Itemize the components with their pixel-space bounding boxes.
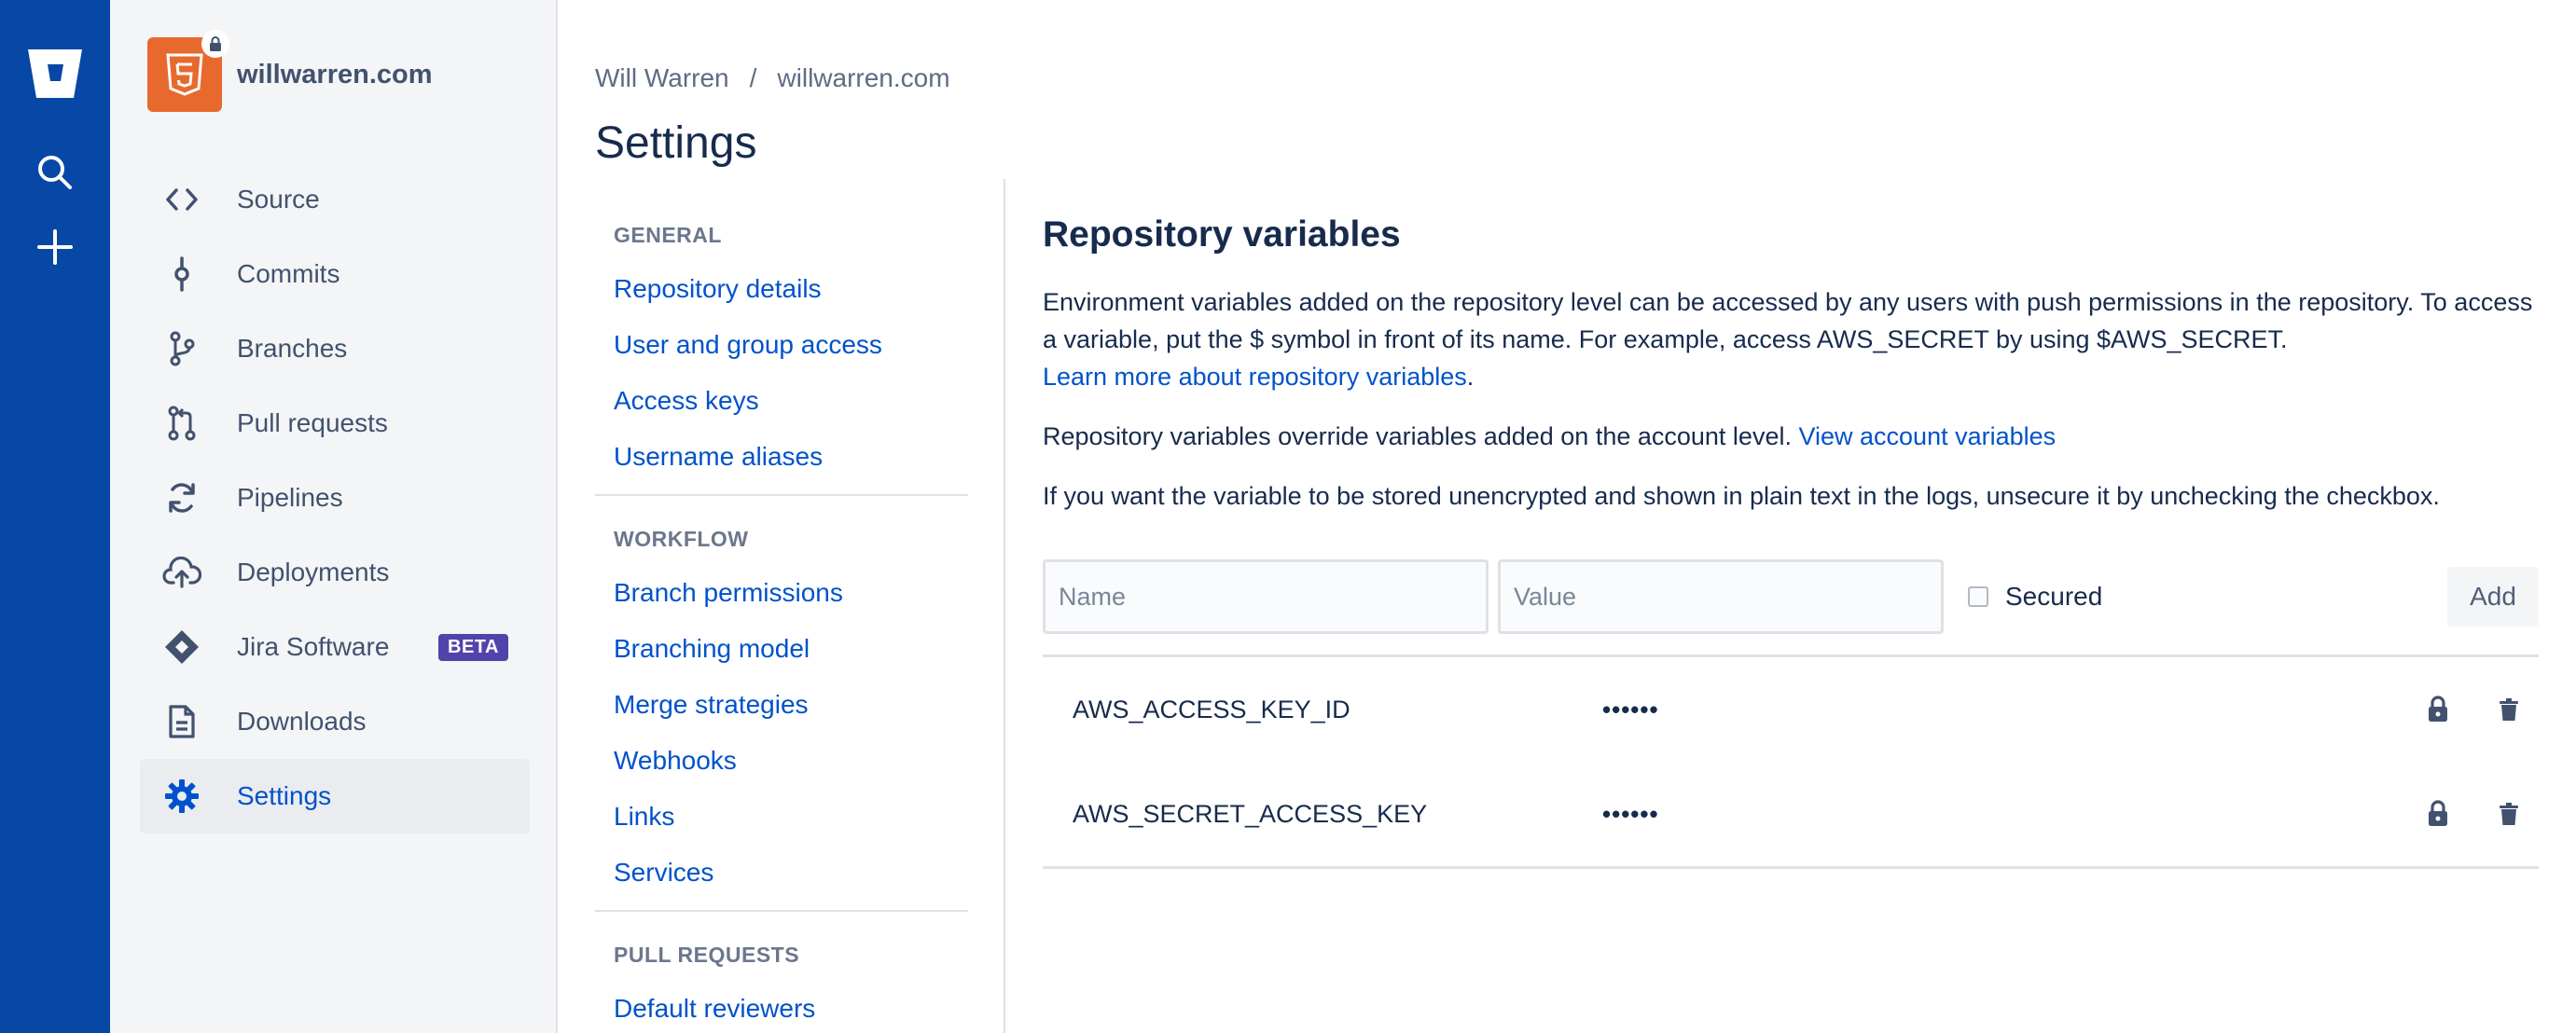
description-text: Environment variables added on the repos…: [1043, 288, 2533, 353]
variable-value-input[interactable]: [1501, 562, 1941, 631]
bitbucket-logo-icon[interactable]: [0, 41, 110, 106]
repo-name: willwarren.com: [237, 59, 433, 90]
settings-nav-heading-workflow: WORKFLOW: [614, 526, 749, 551]
settings-link-merge-strategies[interactable]: Merge strategies: [595, 677, 968, 733]
sidebar-item-label: Pull requests: [237, 408, 388, 437]
sidebar-item-label: Deployments: [237, 558, 390, 586]
secured-lock-icon[interactable]: [2419, 762, 2457, 866]
name-field-wrapper: [1043, 559, 1489, 634]
repo-header[interactable]: willwarren.com: [147, 30, 433, 112]
breadcrumb-repo-link[interactable]: willwarren.com: [777, 63, 949, 93]
table-row: AWS_SECRET_ACCESS_KEY ••••••: [1043, 762, 2539, 866]
variables-table: AWS_ACCESS_KEY_ID •••••• AWS_SECRET_ACCE…: [1043, 654, 2539, 869]
settings-link-links[interactable]: Links: [595, 789, 968, 845]
learn-more-link[interactable]: Learn more about repository variables: [1043, 363, 1467, 391]
settings-nav-divider: [595, 494, 968, 496]
sidebar-item-label: Source: [237, 185, 320, 213]
repository-variables-panel: Repository variables Environment variabl…: [1043, 214, 2539, 869]
add-variable-button[interactable]: Add: [2447, 567, 2539, 627]
commit-icon: [140, 237, 224, 311]
sidebar-item-deployments[interactable]: Deployments: [140, 535, 530, 610]
settings-icon: [140, 759, 224, 833]
unsecure-hint: If you want the variable to be stored un…: [1043, 482, 2440, 510]
variable-name: AWS_ACCESS_KEY_ID: [1073, 695, 1350, 723]
breadcrumb: Will Warren / willwarren.com: [595, 63, 950, 93]
page-title: Settings: [595, 118, 757, 168]
sidebar-item-jira-software[interactable]: Jira Software BETA: [140, 610, 530, 684]
sidebar-item-settings[interactable]: Settings: [140, 759, 530, 833]
project-sidebar: willwarren.com Source Commits Branches P…: [110, 0, 558, 1033]
secured-toggle[interactable]: Secured: [1968, 559, 2102, 634]
table-row: AWS_ACCESS_KEY_ID ••••••: [1043, 657, 2539, 762]
sidebar-item-branches[interactable]: Branches: [140, 311, 530, 386]
jira-icon: [140, 610, 224, 684]
sidebar-item-pull-requests[interactable]: Pull requests: [140, 386, 530, 461]
pull-request-icon: [140, 386, 224, 461]
description-period: .: [1466, 363, 1475, 391]
variable-value: ••••••: [1602, 695, 1659, 723]
branch-icon: [140, 311, 224, 386]
breadcrumb-separator: /: [749, 63, 757, 92]
sidebar-item-pipelines[interactable]: Pipelines: [140, 461, 530, 535]
deployments-icon: [140, 535, 224, 610]
settings-link-repository-details[interactable]: Repository details: [595, 261, 968, 317]
settings-link-services[interactable]: Services: [595, 845, 968, 901]
code-icon: [140, 162, 224, 237]
settings-link-default-reviewers[interactable]: Default reviewers: [595, 981, 968, 1033]
override-text: Repository variables override variables …: [1043, 422, 1792, 450]
settings-link-branching-model[interactable]: Branching model: [595, 621, 968, 677]
sidebar-item-source[interactable]: Source: [140, 162, 530, 237]
sidebar-item-commits[interactable]: Commits: [140, 237, 530, 311]
html5-icon: [166, 53, 203, 96]
sidebar-item-label: Settings: [237, 781, 332, 810]
breadcrumb-owner-link[interactable]: Will Warren: [595, 63, 729, 93]
sidebar-item-label: Pipelines: [237, 483, 343, 512]
settings-nav-divider: [595, 910, 968, 912]
secured-lock-icon[interactable]: [2419, 657, 2457, 762]
variable-value: ••••••: [1602, 799, 1659, 828]
trash-icon[interactable]: [2490, 657, 2528, 762]
secured-label: Secured: [2005, 582, 2103, 611]
global-nav: [0, 0, 110, 1033]
section-title: Repository variables: [1043, 214, 1401, 255]
trash-icon[interactable]: [2490, 762, 2528, 866]
sidebar-item-label: Branches: [237, 334, 348, 363]
content-divider: [1004, 179, 1005, 1033]
sidebar-item-label: Commits: [237, 259, 340, 288]
variable-name-input[interactable]: [1046, 562, 1486, 631]
settings-link-username-aliases[interactable]: Username aliases: [595, 429, 968, 485]
settings-link-user-and-group-access[interactable]: User and group access: [595, 317, 968, 373]
description-paragraph: Environment variables added on the repos…: [1043, 283, 2539, 395]
settings-link-branch-permissions[interactable]: Branch permissions: [595, 565, 968, 621]
add-variable-form: Secured Add: [1043, 559, 2539, 634]
sidebar-item-label: Downloads: [237, 707, 367, 736]
create-plus-icon[interactable]: [0, 224, 110, 270]
settings-nav-heading-general: GENERAL: [614, 222, 722, 247]
override-paragraph: Repository variables override variables …: [1043, 418, 2539, 455]
settings-nav-heading-pull-requests: PULL REQUESTS: [614, 942, 800, 967]
settings-link-webhooks[interactable]: Webhooks: [595, 733, 968, 789]
variable-name: AWS_SECRET_ACCESS_KEY: [1073, 799, 1428, 828]
private-lock-icon: [201, 30, 229, 58]
value-field-wrapper: [1498, 559, 1944, 634]
sidebar-item-downloads[interactable]: Downloads: [140, 684, 530, 759]
view-account-variables-link[interactable]: View account variables: [1798, 422, 2056, 450]
search-icon[interactable]: [0, 149, 110, 196]
pipelines-icon: [140, 461, 224, 535]
secured-checkbox[interactable]: [1968, 586, 1988, 607]
settings-nav: GENERAL Repository details User and grou…: [595, 216, 968, 1033]
beta-badge: BETA: [438, 633, 508, 661]
downloads-icon: [140, 684, 224, 759]
repo-nav: Source Commits Branches Pull requests Pi…: [140, 162, 530, 833]
settings-link-access-keys[interactable]: Access keys: [595, 373, 968, 429]
sidebar-item-label: Jira Software: [237, 632, 390, 661]
repo-avatar: [147, 30, 229, 112]
